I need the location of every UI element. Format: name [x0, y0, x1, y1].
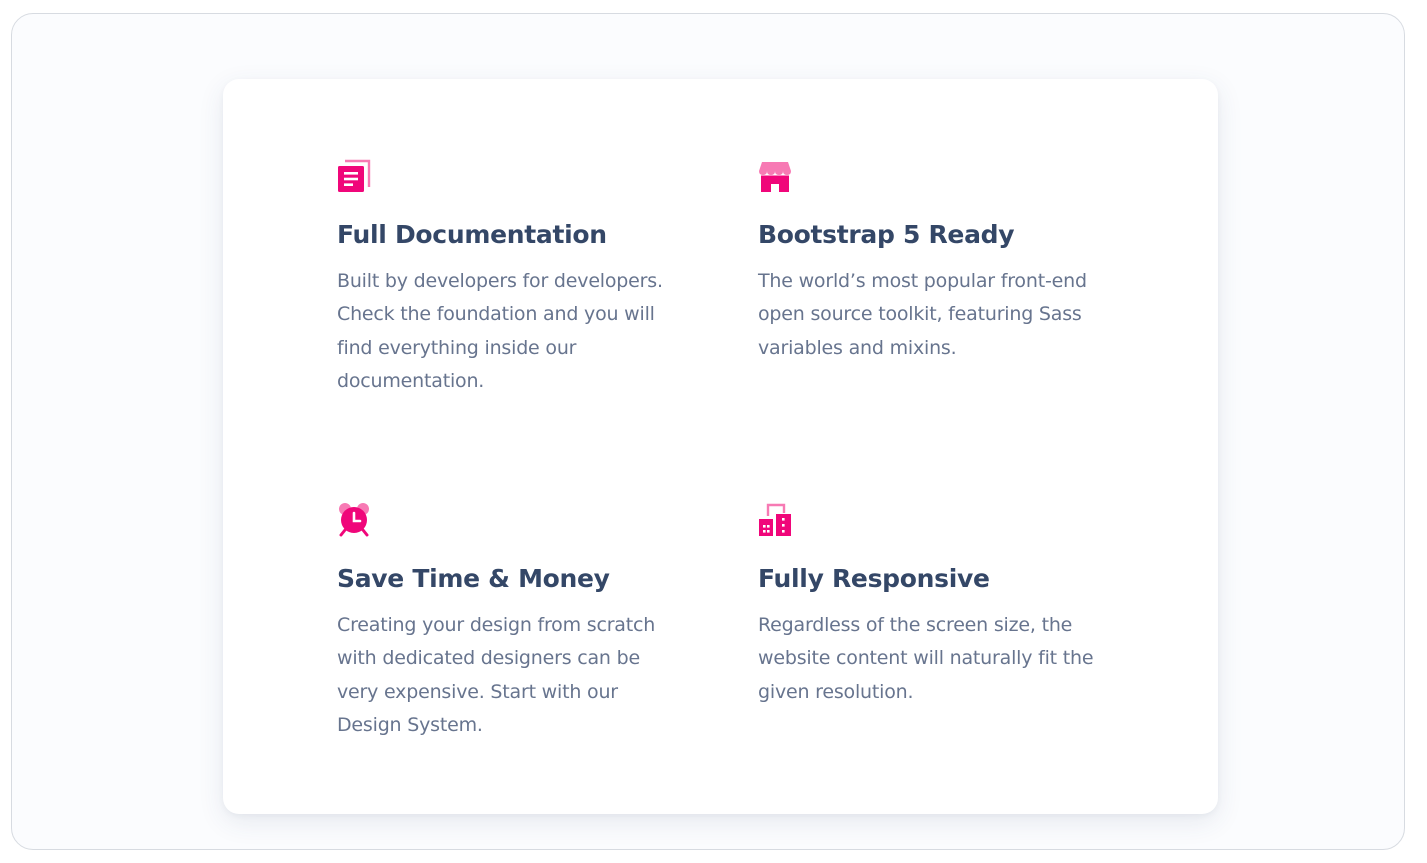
buildings-icon	[758, 503, 792, 537]
feature-title: Fully Responsive	[758, 564, 990, 593]
alarm-clock-icon	[337, 503, 371, 537]
features-card: Full Documentation Built by developers f…	[223, 79, 1218, 814]
feature-title: Bootstrap 5 Ready	[758, 220, 1015, 249]
feature-description: Built by developers for developers. Chec…	[337, 270, 663, 392]
feature-title: Full Documentation	[337, 220, 607, 249]
feature-description: The world’s most popular front-end open …	[758, 270, 1087, 359]
document-icon	[337, 159, 371, 193]
page-frame: Full Documentation Built by developers f…	[11, 13, 1405, 850]
feature-description: Regardless of the screen size, the websi…	[758, 614, 1094, 703]
feature-title: Save Time & Money	[337, 564, 610, 593]
shop-icon	[758, 159, 792, 193]
feature-description: Creating your design from scratch with d…	[337, 614, 656, 736]
